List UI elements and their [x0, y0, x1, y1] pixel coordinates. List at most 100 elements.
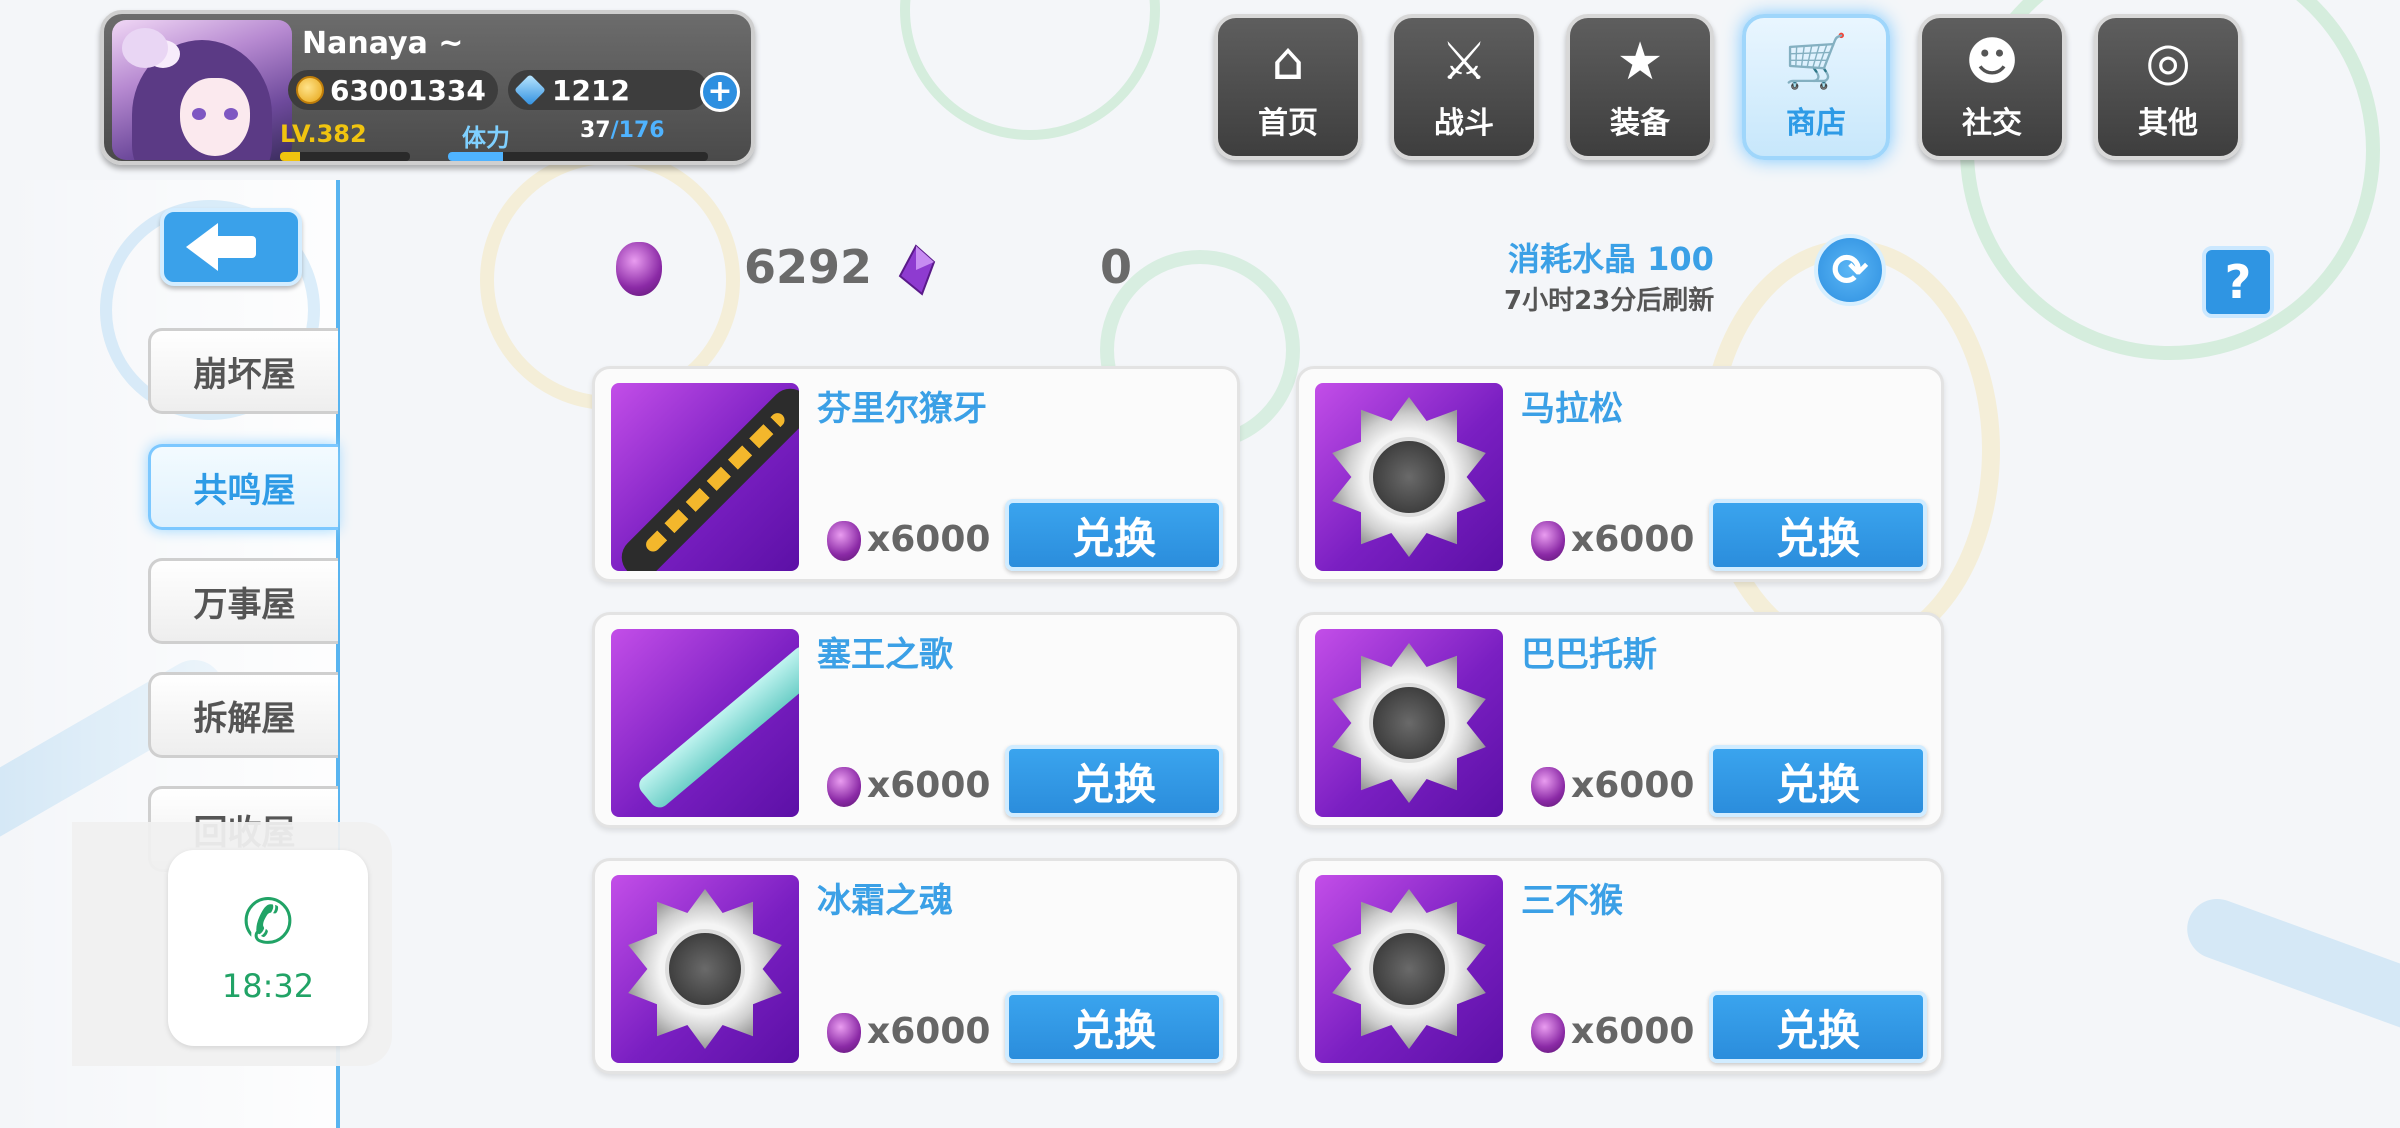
crystal-icon	[827, 767, 861, 807]
item-price: x6000	[1571, 519, 1695, 560]
player-name: Nanaya ~	[302, 26, 464, 61]
equipment-icon: ★	[1616, 32, 1664, 92]
nav-battle-label: 战斗	[1434, 106, 1494, 141]
stamina-max: /176	[610, 118, 665, 143]
exchange-label: 兑换	[1775, 1005, 1860, 1055]
phone-icon: ✆	[242, 885, 294, 958]
call-time: 18:32	[221, 967, 315, 1005]
exchange-label: 兑换	[1071, 513, 1156, 563]
help-icon: ?	[2224, 255, 2252, 309]
other-icon: ◎	[2145, 32, 2191, 92]
player-avatar[interactable]	[112, 20, 292, 160]
item-name: 冰霜之魂	[817, 881, 953, 921]
social-icon: ☻	[1964, 32, 2020, 92]
shop-icon: 🛒	[1783, 32, 1849, 92]
exchange-button[interactable]: 兑换	[1709, 499, 1927, 571]
shop-item-card: 芬里尔獠牙 x6000 兑换	[592, 366, 1240, 582]
item-name: 塞王之歌	[817, 635, 953, 675]
refresh-button[interactable]: ⟳	[1814, 234, 1886, 306]
tab-label: 共鸣屋	[193, 470, 296, 511]
refresh-icon: ⟳	[1831, 244, 1869, 296]
nav-shop-label: 商店	[1786, 106, 1846, 141]
gold-coin-icon	[296, 76, 324, 104]
crystal-count: 6292	[744, 240, 873, 294]
nav-other[interactable]: ◎ 其他	[2094, 14, 2242, 160]
exchange-label: 兑换	[1775, 759, 1860, 809]
medal-badge-thumbnail	[1315, 875, 1503, 1063]
crystal-icon	[616, 242, 662, 296]
nav-social-label: 社交	[1962, 106, 2022, 141]
shop-item-card: 巴巴托斯 x6000 兑换	[1296, 612, 1944, 828]
item-price: x6000	[1571, 1011, 1695, 1052]
medal-badge-thumbnail	[611, 875, 799, 1063]
refresh-countdown: 7小时23分后刷新	[1504, 286, 1715, 316]
help-button[interactable]: ?	[2202, 246, 2274, 318]
exchange-button[interactable]: 兑换	[1709, 991, 1927, 1063]
nav-home-label: 首页	[1258, 106, 1318, 141]
refresh-cost: 消耗水晶 100	[1508, 240, 1714, 278]
shop-item-card: 三不猴 x6000 兑换	[1296, 858, 1944, 1074]
gem-amount: 1212	[552, 73, 630, 107]
exchange-label: 兑换	[1775, 513, 1860, 563]
exchange-button[interactable]: 兑换	[1005, 745, 1223, 817]
item-name: 马拉松	[1521, 389, 1623, 429]
home-icon: ⌂	[1271, 32, 1305, 92]
shard-icon	[898, 244, 936, 296]
item-name: 芬里尔獠牙	[817, 389, 987, 429]
stamina-label: 体力	[462, 124, 510, 152]
battle-icon: ⚔	[1440, 32, 1488, 92]
background-stroke	[2178, 890, 2400, 1050]
stamina-value: 37/176	[580, 118, 665, 143]
shop-item-card: 塞王之歌 x6000 兑换	[592, 612, 1240, 828]
crystal-icon	[827, 1013, 861, 1053]
shop-item-card: 马拉松 x6000 兑换	[1296, 366, 1944, 582]
crystal-icon	[827, 521, 861, 561]
nav-home[interactable]: ⌂ 首页	[1214, 14, 1362, 160]
item-price: x6000	[867, 765, 991, 806]
tab-benghuai-house[interactable]: 崩坏屋	[148, 328, 338, 414]
back-button[interactable]	[160, 208, 302, 286]
back-arrow-icon	[186, 223, 218, 271]
tab-label: 万事屋	[193, 584, 296, 625]
nav-battle[interactable]: ⚔ 战斗	[1390, 14, 1538, 160]
chainsaw-weapon-thumbnail	[611, 383, 799, 571]
shop-item-card: 冰霜之魂 x6000 兑换	[592, 858, 1240, 1074]
exchange-button[interactable]: 兑换	[1005, 991, 1223, 1063]
background-ring	[900, 0, 1160, 140]
tab-resonance-house[interactable]: 共鸣屋	[148, 444, 338, 530]
level-progress-bar	[280, 152, 410, 161]
item-price: x6000	[867, 519, 991, 560]
exchange-button[interactable]: 兑换	[1709, 745, 1927, 817]
item-name: 巴巴托斯	[1521, 635, 1657, 675]
player-profile-card[interactable]: Nanaya ~ 63001334 1212 + LV.382 体力 37/17…	[100, 10, 755, 165]
item-price: x6000	[1571, 765, 1695, 806]
crystal-icon	[1531, 1013, 1565, 1053]
nav-other-label: 其他	[2138, 106, 2198, 141]
phone-call-widget[interactable]: ✆ 18:32	[168, 850, 368, 1046]
item-name: 三不猴	[1521, 881, 1623, 921]
crystal-icon	[1531, 521, 1565, 561]
nav-shop[interactable]: 🛒 商店	[1742, 14, 1890, 160]
exchange-label: 兑换	[1071, 759, 1156, 809]
tab-general-house[interactable]: 万事屋	[148, 558, 338, 644]
rifle-weapon-thumbnail	[611, 629, 799, 817]
player-level: LV.382	[280, 120, 367, 148]
shard-count: 0	[1100, 240, 1133, 294]
gem-display: 1212	[508, 70, 708, 110]
nav-social[interactable]: ☻ 社交	[1918, 14, 2066, 160]
tab-label: 崩坏屋	[193, 354, 296, 395]
tab-label: 拆解屋	[193, 698, 296, 739]
nav-equipment[interactable]: ★ 装备	[1566, 14, 1714, 160]
tab-dismantle-house[interactable]: 拆解屋	[148, 672, 338, 758]
medal-badge-thumbnail	[1315, 629, 1503, 817]
gold-amount: 63001334	[330, 73, 486, 107]
item-price: x6000	[867, 1011, 991, 1052]
crystal-icon	[1531, 767, 1565, 807]
add-gems-button[interactable]: +	[700, 72, 740, 112]
stamina-progress-bar	[448, 152, 708, 161]
exchange-button[interactable]: 兑换	[1005, 499, 1223, 571]
medal-badge-thumbnail	[1315, 383, 1503, 571]
gem-icon	[514, 74, 546, 106]
exchange-label: 兑换	[1071, 1005, 1156, 1055]
stamina-current: 37	[580, 118, 611, 143]
